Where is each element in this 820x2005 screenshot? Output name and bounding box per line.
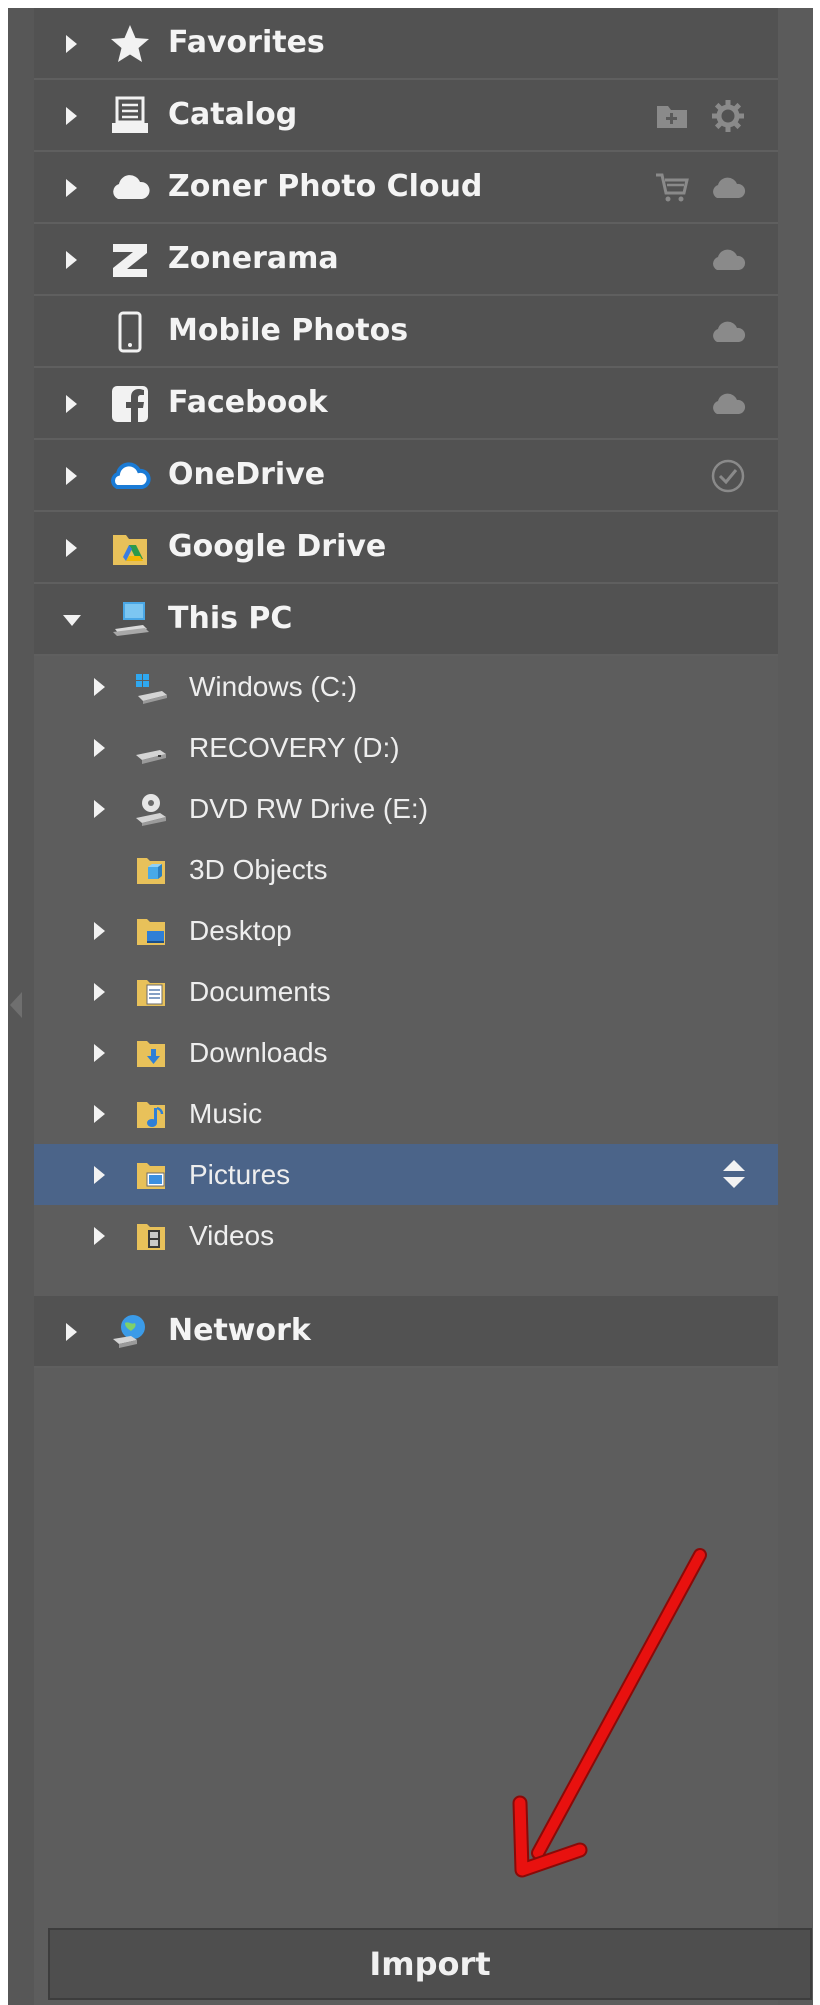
tree-item-downloads[interactable]: Downloads bbox=[34, 1022, 778, 1083]
section-label: Zonerama bbox=[168, 241, 339, 276]
tree-item-label: Music bbox=[189, 1098, 263, 1129]
expand-arrow-icon[interactable] bbox=[66, 395, 77, 413]
3d-objects-folder-icon bbox=[137, 858, 165, 884]
cloud-status-icon[interactable] bbox=[710, 386, 746, 422]
tree-item-label: RECOVERY (D:) bbox=[189, 732, 400, 763]
onedrive-cloud-icon bbox=[111, 462, 151, 489]
section-facebook[interactable]: Facebook bbox=[34, 368, 778, 440]
expand-arrow-icon[interactable] bbox=[66, 35, 77, 53]
windows-drive-icon bbox=[136, 674, 167, 704]
tree-item-documents[interactable]: Documents bbox=[34, 961, 778, 1022]
expand-arrow-icon[interactable] bbox=[66, 179, 77, 197]
expand-arrow-icon[interactable] bbox=[94, 678, 105, 696]
documents-folder-icon bbox=[137, 980, 165, 1006]
expand-arrow-icon[interactable] bbox=[94, 1105, 105, 1123]
section-label: Mobile Photos bbox=[168, 313, 409, 348]
section-label: Network bbox=[168, 1313, 311, 1348]
collapse-arrow-icon[interactable] bbox=[63, 615, 81, 626]
tree-item-label: Videos bbox=[189, 1220, 275, 1251]
expand-arrow-icon[interactable] bbox=[94, 983, 105, 1001]
section-zonerama[interactable]: Zonerama bbox=[34, 224, 778, 296]
tree-item-label: Desktop bbox=[189, 915, 292, 946]
dvd-drive-icon bbox=[136, 794, 166, 826]
computer-icon bbox=[113, 602, 149, 636]
section-catalog[interactable]: Catalog bbox=[34, 80, 778, 152]
collapse-panel-arrow-icon[interactable] bbox=[10, 992, 22, 1018]
check-circle-icon[interactable] bbox=[710, 458, 746, 494]
section-network[interactable]: Network bbox=[34, 1296, 778, 1368]
section-onedrive[interactable]: OneDrive bbox=[34, 440, 778, 512]
tree-item-desktop[interactable]: Desktop bbox=[34, 900, 778, 961]
section-label: Favorites bbox=[168, 25, 325, 60]
expand-arrow-icon[interactable] bbox=[94, 739, 105, 757]
section-label: Facebook bbox=[168, 385, 328, 420]
expand-arrow-icon[interactable] bbox=[94, 922, 105, 940]
expand-arrow-icon[interactable] bbox=[66, 251, 77, 269]
tree-item-videos[interactable]: Videos bbox=[34, 1205, 778, 1266]
annotation-arrow-icon bbox=[512, 1548, 707, 1878]
smartphone-icon bbox=[118, 311, 142, 353]
facebook-icon bbox=[112, 386, 148, 422]
section-label: Catalog bbox=[168, 97, 298, 132]
cloud-status-icon[interactable] bbox=[710, 314, 746, 350]
tree-item-label: Pictures bbox=[189, 1159, 291, 1190]
downloads-folder-icon bbox=[137, 1041, 165, 1067]
expand-arrow-icon[interactable] bbox=[94, 1166, 105, 1184]
sort-updown-icon[interactable] bbox=[719, 1157, 749, 1191]
expand-arrow-icon[interactable] bbox=[66, 467, 77, 485]
zonerama-logo-icon bbox=[113, 244, 147, 277]
tree-item-label: 3D Objects bbox=[189, 854, 328, 885]
expand-arrow-icon[interactable] bbox=[94, 1227, 105, 1245]
catalog-icon bbox=[112, 96, 148, 133]
section-label: This PC bbox=[168, 601, 293, 636]
tree-item-label: Documents bbox=[189, 976, 331, 1007]
section-google-drive[interactable]: Google Drive bbox=[34, 512, 778, 584]
star-icon bbox=[111, 25, 149, 62]
shopping-cart-icon[interactable] bbox=[654, 170, 690, 206]
panel-scrollbar-track[interactable] bbox=[778, 8, 813, 2005]
tree-item-label: DVD RW Drive (E:) bbox=[189, 793, 429, 824]
section-zoner-photo-cloud[interactable]: Zoner Photo Cloud bbox=[34, 152, 778, 224]
section-label: OneDrive bbox=[168, 457, 326, 492]
tree-item-3d-objects[interactable]: 3D Objects bbox=[34, 839, 778, 900]
tree-item-recovery-d[interactable]: RECOVERY (D:) bbox=[34, 717, 778, 778]
tree-item-dvd-e[interactable]: DVD RW Drive (E:) bbox=[34, 778, 778, 839]
cloud-status-icon[interactable] bbox=[710, 170, 746, 206]
section-label: Google Drive bbox=[168, 529, 387, 564]
import-button[interactable]: Import bbox=[48, 1928, 812, 2000]
videos-folder-icon bbox=[137, 1224, 165, 1250]
tree-item-pictures[interactable]: Pictures bbox=[34, 1144, 778, 1205]
tree-item-label: Downloads bbox=[189, 1037, 328, 1068]
section-mobile-photos[interactable]: Mobile Photos bbox=[34, 296, 778, 368]
section-favorites[interactable]: Favorites bbox=[34, 8, 778, 80]
expand-arrow-icon[interactable] bbox=[66, 107, 77, 125]
section-label: Zoner Photo Cloud bbox=[168, 169, 483, 204]
tree-item-music[interactable]: Music bbox=[34, 1083, 778, 1144]
expand-arrow-icon[interactable] bbox=[94, 800, 105, 818]
tree-item-windows-c[interactable]: Windows (C:) bbox=[34, 656, 778, 717]
cloud-status-icon[interactable] bbox=[710, 242, 746, 278]
add-folder-icon[interactable] bbox=[654, 98, 690, 134]
cloud-icon bbox=[113, 175, 150, 199]
network-globe-icon bbox=[113, 1315, 145, 1348]
expand-arrow-icon[interactable] bbox=[94, 1044, 105, 1062]
google-drive-folder-icon bbox=[113, 535, 147, 565]
gear-icon[interactable] bbox=[710, 98, 746, 134]
music-folder-icon bbox=[137, 1102, 165, 1128]
pictures-folder-icon bbox=[137, 1163, 165, 1189]
expand-arrow-icon[interactable] bbox=[66, 1323, 77, 1341]
expand-arrow-icon[interactable] bbox=[66, 539, 77, 557]
hard-drive-icon bbox=[136, 750, 166, 764]
desktop-folder-icon bbox=[137, 919, 165, 945]
section-this-pc[interactable]: This PC bbox=[34, 584, 778, 656]
tree-item-label: Windows (C:) bbox=[189, 671, 358, 702]
